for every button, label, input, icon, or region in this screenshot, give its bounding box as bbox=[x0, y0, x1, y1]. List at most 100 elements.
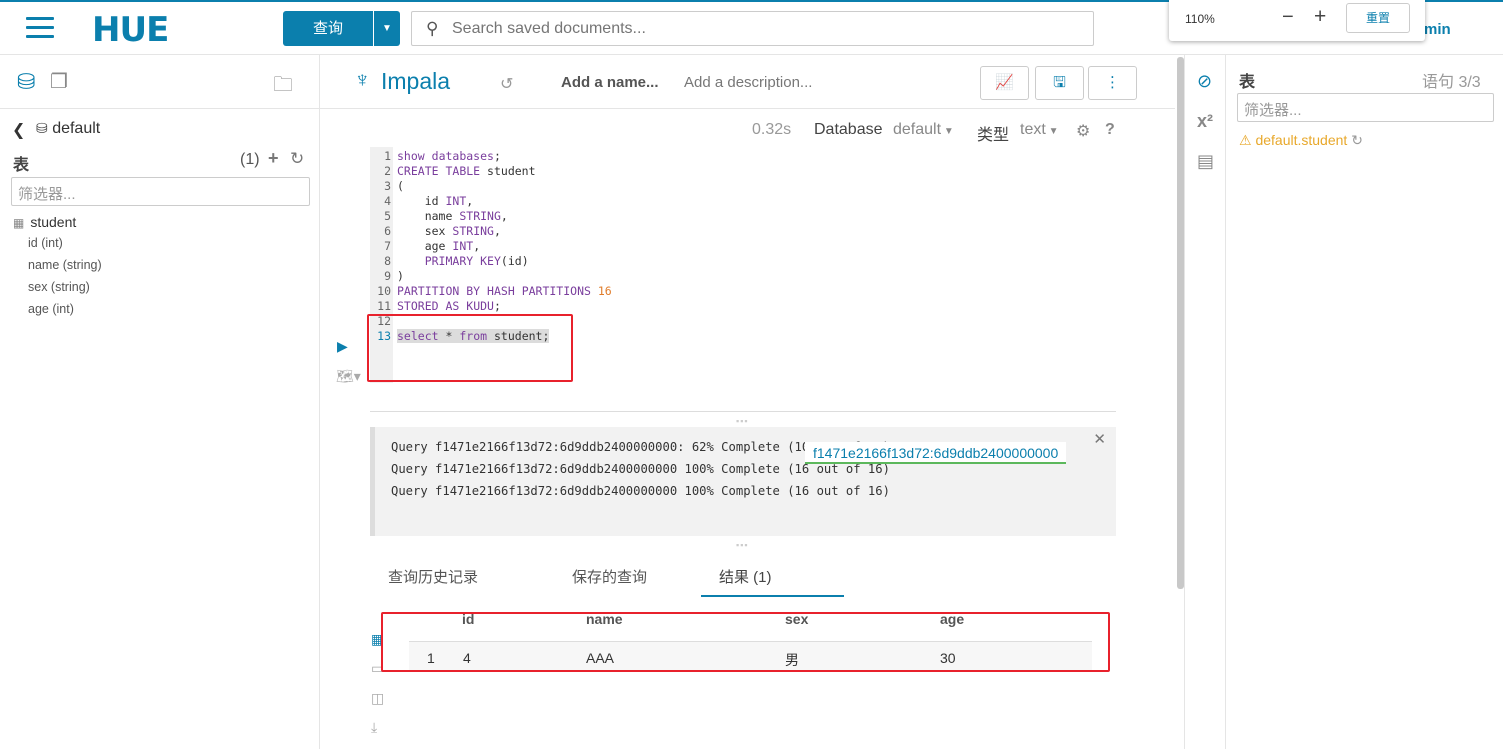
database-name: default bbox=[52, 120, 101, 137]
chart-icon: 📈 bbox=[995, 74, 1014, 91]
query-description-field[interactable]: Add a description... bbox=[684, 74, 812, 91]
more-options-button[interactable]: ⋮ bbox=[1088, 66, 1137, 100]
save-button[interactable]: 🖫 bbox=[1035, 66, 1084, 100]
right-panel-title: 表 bbox=[1239, 74, 1256, 91]
book-icon[interactable]: ▤ bbox=[1197, 151, 1214, 172]
line-number: 11 bbox=[377, 299, 391, 313]
statement-count: 语句 3/3 bbox=[1422, 74, 1481, 91]
query-name-field[interactable]: Add a name... bbox=[561, 74, 659, 91]
functions-icon[interactable]: x² bbox=[1197, 111, 1213, 132]
hamburger-menu-icon[interactable] bbox=[26, 17, 54, 39]
assist-panel-tabs: ⛁ ❐ 🗀 bbox=[0, 55, 320, 109]
settings-gear-icon[interactable]: ⚙ bbox=[1076, 121, 1090, 141]
resize-grip-icon[interactable]: ▪▪▪ bbox=[736, 540, 749, 550]
query-id-tooltip: f1471e2166f13d72:6d9ddb2400000000 bbox=[805, 442, 1067, 464]
warning-table-item[interactable]: ⚠ default.student ↻ bbox=[1239, 132, 1363, 149]
highlight-box-query bbox=[367, 314, 573, 382]
tables-count: (1) bbox=[240, 151, 260, 168]
compass-icon[interactable]: ⊘ bbox=[1197, 71, 1212, 92]
help-icon[interactable]: ? bbox=[1105, 121, 1115, 139]
refresh-icon[interactable]: ↻ bbox=[290, 149, 304, 169]
close-icon[interactable]: ✕ bbox=[1093, 430, 1106, 448]
query-button[interactable]: 查询 bbox=[283, 11, 373, 46]
code-line[interactable]: ( bbox=[397, 179, 404, 193]
tab-results[interactable]: 结果 (1) bbox=[719, 566, 772, 587]
table-grid-icon: ▦ bbox=[13, 216, 25, 230]
warning-icon: ⚠ bbox=[1239, 132, 1252, 148]
code-line[interactable]: show databases; bbox=[397, 149, 501, 163]
database-breadcrumb[interactable]: ⛁ default bbox=[36, 120, 100, 138]
table-item-student[interactable]: ▦ student bbox=[13, 214, 76, 230]
code-line[interactable]: sex STRING, bbox=[397, 224, 501, 238]
map-icon[interactable]: 🗺▾ bbox=[336, 368, 361, 385]
resize-grip-icon[interactable]: ▪▪▪ bbox=[736, 416, 749, 426]
column-item[interactable]: id (int) bbox=[28, 236, 63, 250]
history-icon[interactable]: ↺ bbox=[500, 74, 513, 94]
user-menu[interactable]: min bbox=[1424, 21, 1451, 38]
tab-query-history[interactable]: 查询历史记录 bbox=[388, 566, 478, 587]
highlight-box-results bbox=[381, 612, 1110, 672]
caret-down-icon: ▼ bbox=[1045, 126, 1059, 137]
column-item[interactable]: age (int) bbox=[28, 302, 74, 316]
code-line[interactable]: name STRING, bbox=[397, 209, 508, 223]
table-name: student bbox=[30, 214, 77, 230]
database-select[interactable]: default ▼ bbox=[893, 121, 954, 139]
refresh-icon[interactable]: ↻ bbox=[1351, 132, 1363, 148]
caret-down-icon: ▼ bbox=[941, 126, 954, 137]
top-navigation-bar: HUE 查询 ▼ ⚲ min 110% − + 重置 bbox=[0, 0, 1503, 55]
tab-saved-queries[interactable]: 保存的查询 bbox=[572, 566, 647, 587]
editor-divider bbox=[370, 411, 1116, 412]
add-table-icon[interactable]: + bbox=[268, 148, 279, 169]
vertical-scrollbar[interactable] bbox=[1177, 57, 1184, 589]
chart-button[interactable]: 📈 bbox=[980, 66, 1029, 100]
right-icon-bar: ⊘ x² ▤ bbox=[1184, 55, 1226, 749]
code-line[interactable]: ) bbox=[397, 269, 404, 283]
active-tab-indicator bbox=[701, 595, 844, 597]
right-filter-input[interactable]: 筛选器... bbox=[1237, 93, 1494, 122]
log-line: Query f1471e2166f13d72:6d9ddb2400000000 … bbox=[391, 462, 890, 476]
folder-icon[interactable]: 🗀 bbox=[273, 70, 293, 104]
warning-table-name: default.student bbox=[1255, 132, 1348, 148]
search-input[interactable] bbox=[452, 18, 1072, 40]
execute-play-icon[interactable]: ▶ bbox=[337, 338, 348, 355]
table-filter-input[interactable]: 筛选器... bbox=[11, 177, 310, 206]
code-line[interactable]: id INT, bbox=[397, 194, 474, 208]
query-log: ✕ Query f1471e2166f13d72:6d9ddb240000000… bbox=[370, 427, 1116, 536]
code-line[interactable]: age INT, bbox=[397, 239, 480, 253]
documents-icon[interactable]: ❐ bbox=[50, 69, 68, 94]
query-dropdown-caret-icon[interactable]: ▼ bbox=[374, 11, 400, 46]
line-number: 2 bbox=[384, 164, 391, 178]
type-label: 类型 bbox=[977, 127, 1010, 144]
execution-time: 0.32s bbox=[752, 121, 792, 138]
type-select-value: text bbox=[1020, 121, 1046, 138]
impala-icon: ♆ bbox=[354, 67, 371, 92]
columns-view-icon[interactable]: ◫ bbox=[371, 690, 384, 707]
zoom-in-button[interactable]: + bbox=[1314, 5, 1326, 29]
code-line[interactable]: PRIMARY KEY(id) bbox=[397, 254, 529, 268]
right-assist-panel: 表 语句 3/3 筛选器... ⚠ default.student ↻ bbox=[1226, 55, 1503, 749]
column-item[interactable]: sex (string) bbox=[28, 280, 90, 294]
column-item[interactable]: name (string) bbox=[28, 258, 102, 272]
type-select[interactable]: text ▼ bbox=[1020, 121, 1058, 139]
tables-header: 表 bbox=[13, 157, 30, 174]
back-chevron-icon[interactable]: ❮ bbox=[12, 120, 25, 140]
search-box[interactable]: ⚲ bbox=[411, 11, 1094, 46]
hue-logo[interactable]: HUE bbox=[92, 10, 169, 50]
database-select-value: default bbox=[893, 121, 942, 138]
editor-header: ♆ Impala ↺ Add a name... Add a descripti… bbox=[320, 55, 1175, 109]
database-icon[interactable]: ⛁ bbox=[17, 69, 35, 95]
download-icon[interactable]: ⤓ bbox=[371, 719, 377, 736]
engine-title: Impala bbox=[381, 68, 451, 94]
search-icon: ⚲ bbox=[426, 19, 439, 38]
line-number: 9 bbox=[384, 269, 391, 283]
line-number: 7 bbox=[384, 239, 391, 253]
zoom-out-button[interactable]: − bbox=[1282, 6, 1294, 29]
more-vertical-icon: ⋮ bbox=[1105, 74, 1120, 91]
code-line[interactable]: STORED AS KUDU; bbox=[397, 299, 501, 313]
line-number: 1 bbox=[384, 149, 391, 163]
code-line[interactable]: CREATE TABLE student bbox=[397, 164, 536, 178]
left-assist-panel: ⛁ ❐ 🗀 ❮ ⛁ default 表 (1) + ↻ 筛选器... ▦ stud… bbox=[0, 55, 320, 749]
zoom-reset-button[interactable]: 重置 bbox=[1346, 3, 1410, 33]
code-line[interactable]: PARTITION BY HASH PARTITIONS 16 bbox=[397, 284, 612, 298]
line-number: 3 bbox=[384, 179, 391, 193]
